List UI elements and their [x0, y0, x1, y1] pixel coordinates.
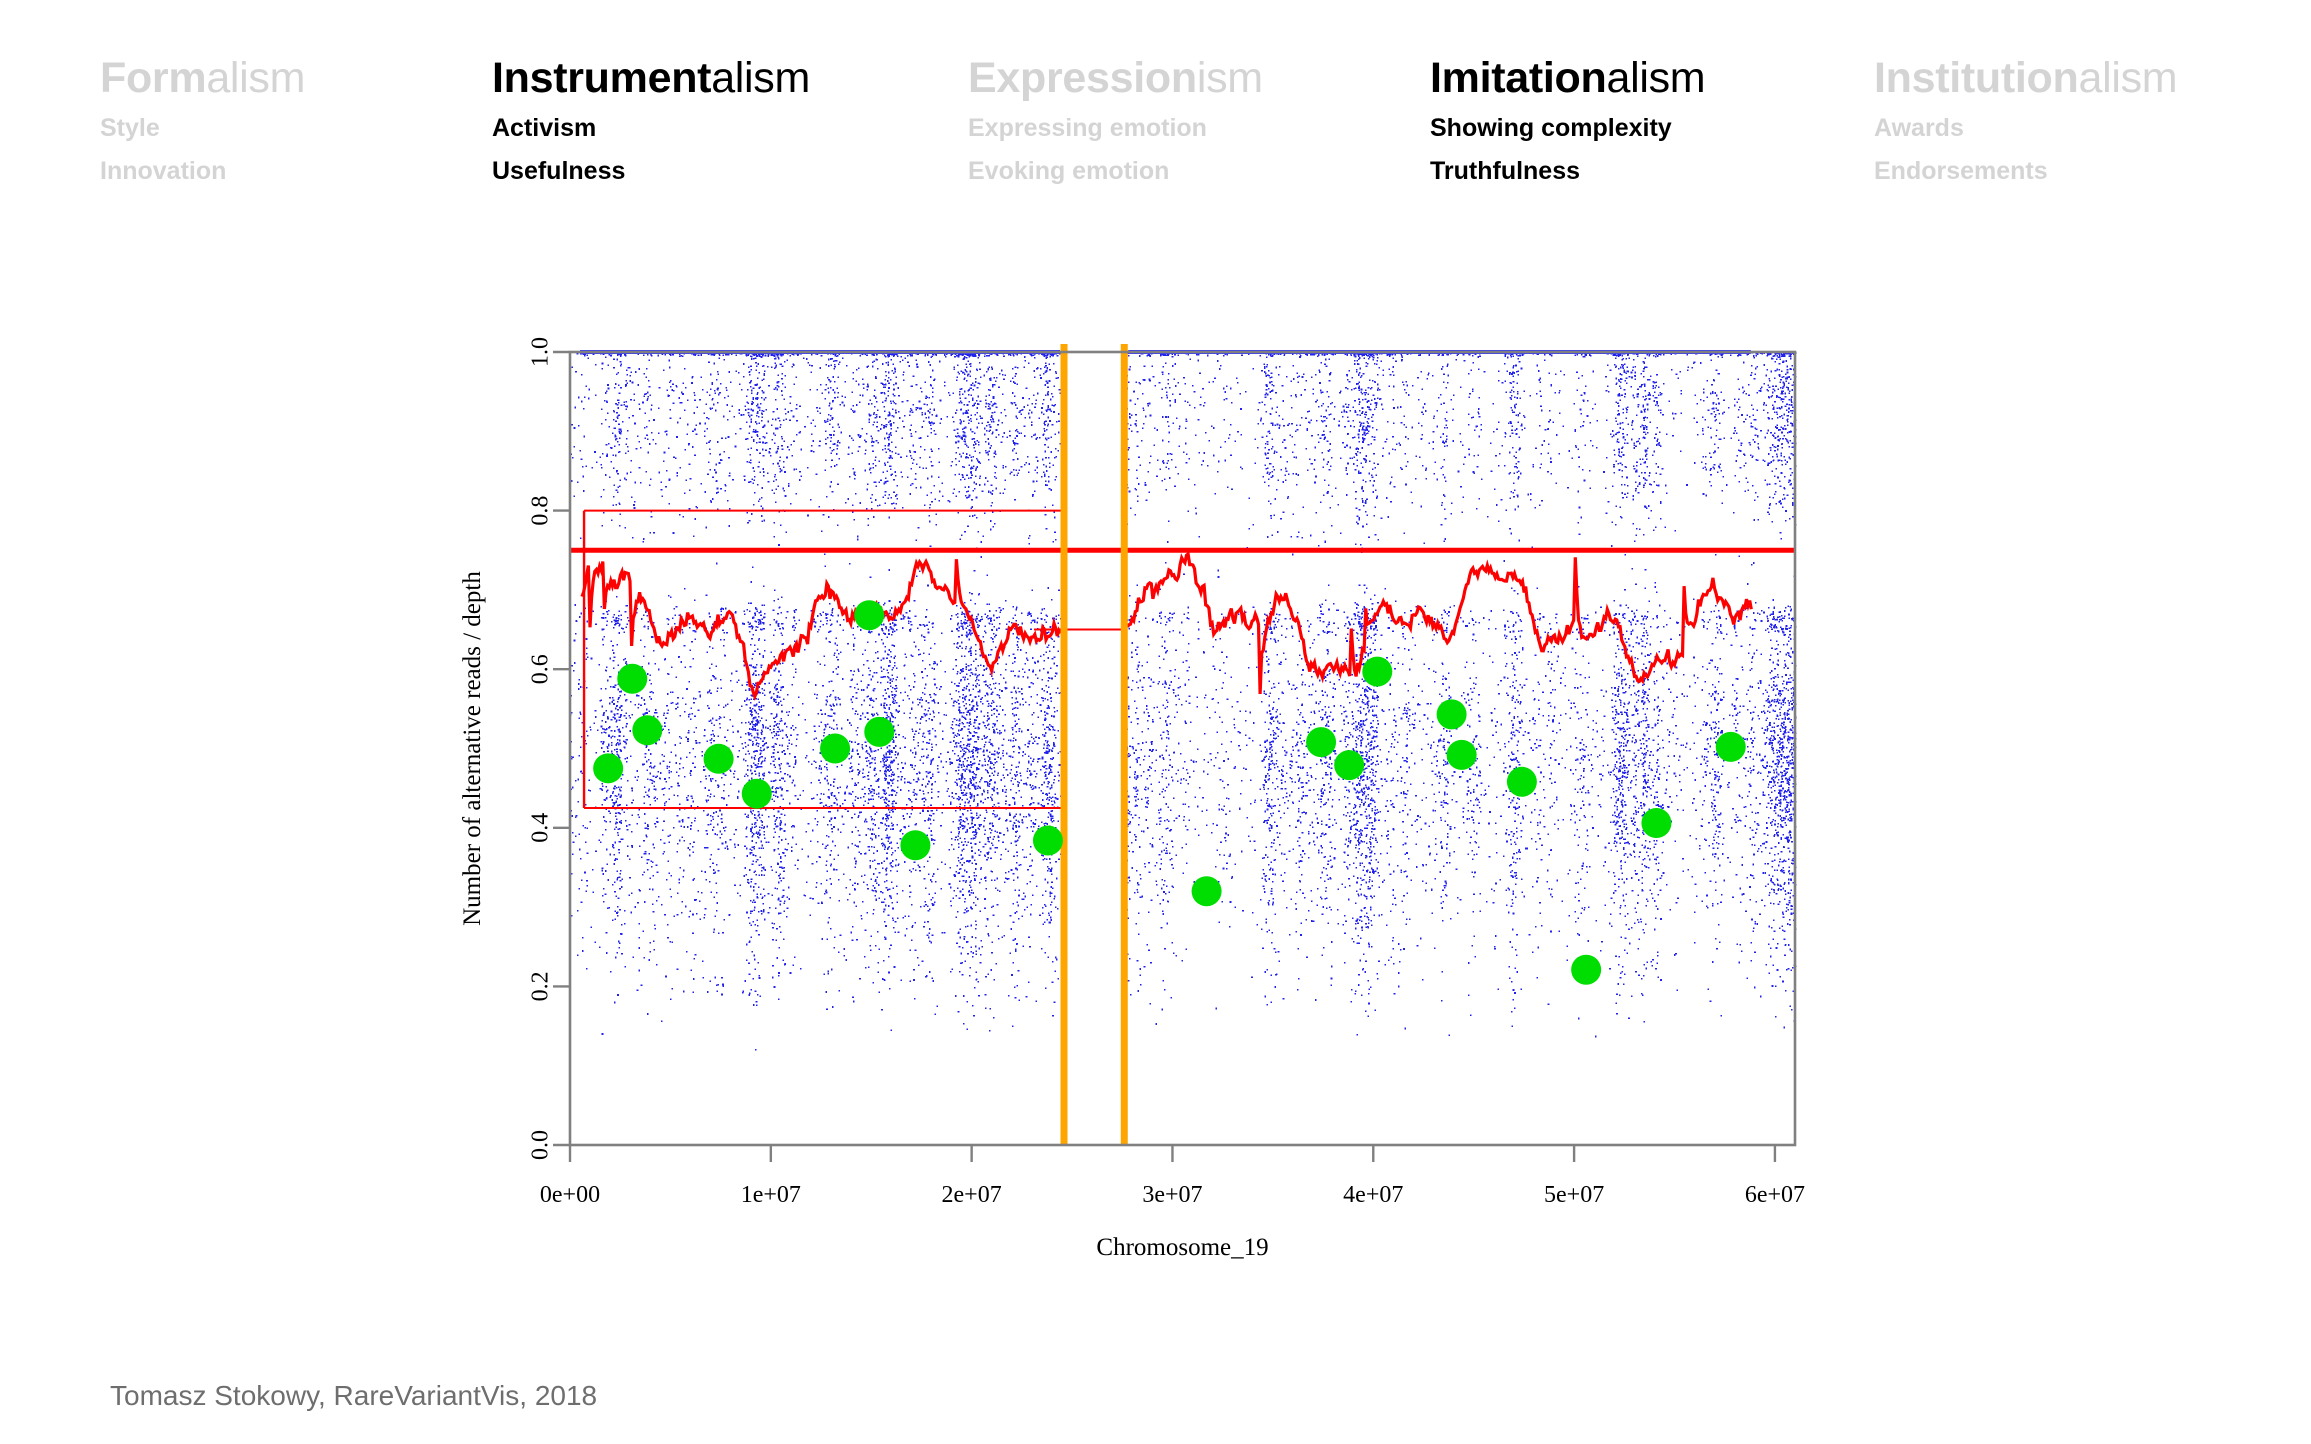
- x-tick-label-4: 4e+07: [1343, 1182, 1403, 1208]
- highlight-point-6[interactable]: [820, 733, 851, 764]
- highlight-point-1[interactable]: [593, 753, 624, 784]
- highlight-point-18[interactable]: [1571, 954, 1602, 985]
- rolling-mean-line-right: [1126, 550, 1753, 695]
- y-axis-title: Number of alternative reads / depth: [459, 571, 486, 926]
- y-tick-label-5: 1.0: [528, 337, 554, 367]
- x-tick-label-2: 2e+07: [942, 1182, 1002, 1208]
- highlight-point-4[interactable]: [703, 743, 734, 774]
- highlight-points-layer: [593, 600, 1746, 985]
- rolling-mean-line-left: [580, 558, 1062, 701]
- y-tick-label-4: 0.8: [528, 496, 554, 526]
- scatter-points-layer: [570, 351, 1797, 1051]
- footer-caption: Tomasz Stokowy, RareVariantVis, 2018: [110, 1380, 598, 1411]
- highlight-point-19[interactable]: [1641, 808, 1672, 839]
- chart-container: 0e+00 1e+07 2e+07 3e+07 4e+07 5e+07 6e+07 0.0 0.…: [0, 0, 2311, 1444]
- highlight-point-2[interactable]: [617, 663, 648, 694]
- x-tick-label-0: 0e+00: [540, 1182, 600, 1208]
- highlight-point-16[interactable]: [1446, 739, 1477, 770]
- highlight-point-10[interactable]: [1032, 825, 1063, 856]
- scatter-point-cloud: [570, 351, 1797, 1051]
- variant-scatter-plot: 0e+00 1e+07 2e+07 3e+07 4e+07 5e+07 6e+07 0.0 0.…: [459, 337, 1805, 1261]
- y-tick-label-3: 0.6: [528, 654, 554, 684]
- x-tick-label-3: 3e+07: [1142, 1182, 1202, 1208]
- y-tick-label-0: 0.0: [528, 1130, 554, 1160]
- x-tick-label-1: 1e+07: [741, 1182, 801, 1208]
- highlight-point-7[interactable]: [854, 600, 885, 631]
- highlight-point-11[interactable]: [1191, 876, 1222, 907]
- highlight-point-8[interactable]: [864, 716, 895, 747]
- highlight-point-12[interactable]: [1306, 727, 1337, 758]
- highlight-point-9[interactable]: [900, 830, 931, 861]
- highlight-point-3[interactable]: [632, 715, 663, 746]
- highlight-point-17[interactable]: [1506, 766, 1537, 797]
- highlight-point-14[interactable]: [1362, 656, 1393, 687]
- x-tick-label-5: 5e+07: [1544, 1182, 1604, 1208]
- highlight-point-20[interactable]: [1715, 731, 1746, 762]
- highlight-point-13[interactable]: [1334, 750, 1365, 781]
- y-tick-label-2: 0.4: [528, 813, 554, 843]
- highlight-point-15[interactable]: [1436, 699, 1467, 730]
- x-tick-label-6: 6e+07: [1745, 1182, 1805, 1208]
- x-axis-title: Chromosome_19: [1096, 1234, 1268, 1261]
- highlight-point-5[interactable]: [741, 778, 772, 809]
- y-tick-label-1: 0.2: [528, 971, 554, 1001]
